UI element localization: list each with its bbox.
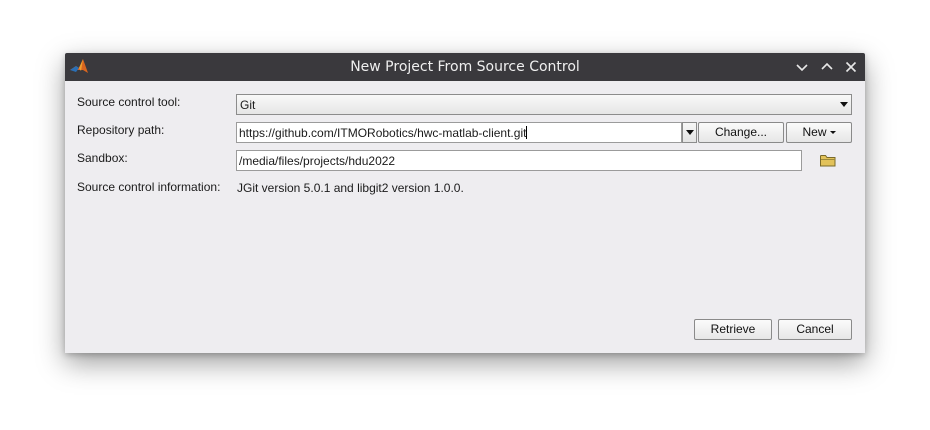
source-info-value: JGit version 5.0.1 and libgit2 version 1… — [237, 181, 464, 195]
sandbox-label: Sandbox: — [77, 151, 128, 165]
sandbox-value: /media/files/projects/hdu2022 — [239, 154, 396, 168]
new-button-label: New — [802, 125, 827, 139]
close-icon[interactable] — [844, 60, 858, 74]
retrieve-button-label: Retrieve — [710, 322, 756, 336]
sandbox-input[interactable]: /media/files/projects/hdu2022 — [236, 150, 802, 171]
source-info-label: Source control information: — [77, 180, 221, 194]
maximize-icon[interactable] — [820, 60, 834, 74]
folder-icon[interactable] — [820, 154, 836, 170]
source-tool-select[interactable]: Git — [236, 94, 852, 115]
chevron-down-icon — [840, 102, 848, 107]
cancel-button-label: Cancel — [796, 322, 834, 336]
chevron-down-icon — [686, 130, 694, 135]
text-caret — [526, 126, 528, 139]
repository-path-input[interactable]: https://github.com/ITMORobotics/hwc-matl… — [236, 122, 682, 143]
repository-path-label: Repository path: — [77, 123, 165, 137]
minimize-icon[interactable] — [795, 60, 809, 74]
new-button[interactable]: New — [786, 122, 852, 143]
source-tool-label: Source control tool: — [77, 95, 181, 109]
change-button[interactable]: Change... — [698, 122, 784, 143]
window-title: New Project From Source Control — [350, 59, 580, 75]
repository-path-value: https://github.com/ITMORobotics/hwc-matl… — [239, 126, 527, 140]
change-button-label: Change... — [714, 125, 768, 139]
source-tool-value: Git — [240, 98, 256, 112]
repository-history-dropdown[interactable] — [682, 122, 697, 143]
retrieve-button[interactable]: Retrieve — [694, 319, 772, 340]
title-bar: New Project From Source Control — [65, 53, 865, 81]
cancel-button[interactable]: Cancel — [778, 319, 852, 340]
new-project-dialog: New Project From Source Control Source c… — [65, 53, 865, 353]
dropdown-arrow-icon — [829, 131, 836, 134]
